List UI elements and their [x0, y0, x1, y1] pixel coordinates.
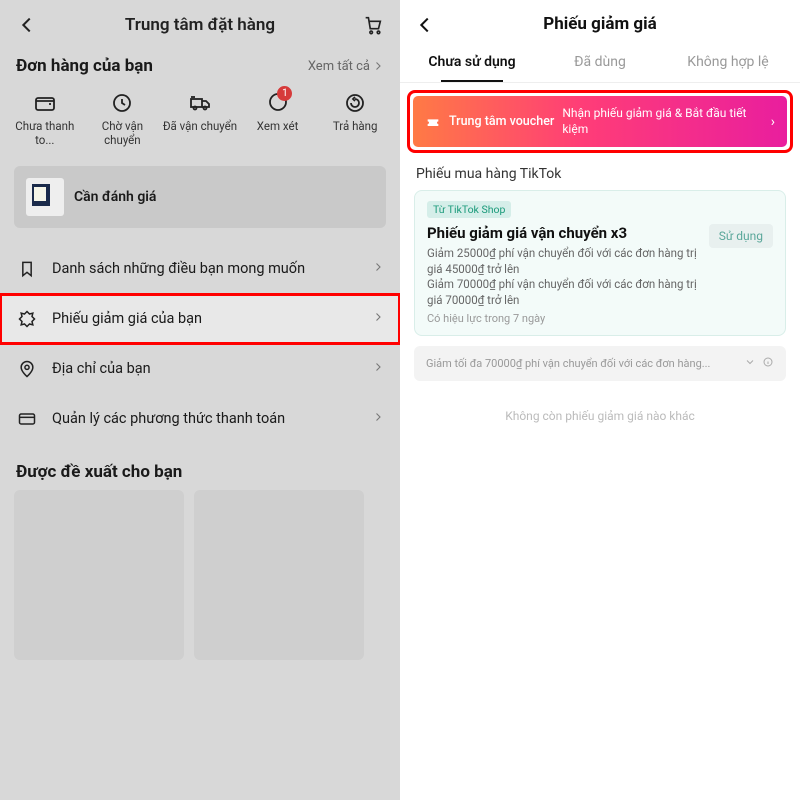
see-all-link[interactable]: Xem tất cả	[308, 59, 384, 74]
chevron-right-icon	[372, 410, 384, 427]
tab-unused[interactable]: Chưa sử dụng	[408, 44, 536, 82]
tab-label: Chưa sử dụng	[428, 54, 515, 70]
voucher-center-banner[interactable]: Trung tâm voucher Nhận phiếu giảm giá & …	[413, 96, 787, 147]
left-header: Trung tâm đặt hàng	[0, 0, 400, 48]
recommend-grid	[0, 490, 400, 660]
coupon-tabs: Chưa sử dụng Đã dùng Không hợp lệ	[400, 44, 800, 83]
tab-used[interactable]: Đã dùng	[536, 44, 664, 82]
card-icon	[16, 408, 38, 430]
chevron-right-icon	[372, 310, 384, 327]
chevron-down-icon	[744, 356, 756, 371]
return-icon	[316, 90, 394, 116]
use-coupon-button[interactable]: Sử dụng	[709, 224, 773, 248]
page-title: Phiếu giảm giá	[543, 14, 656, 34]
coupon-condition: Giảm 70000₫ phí vận chuyển đối với các đ…	[427, 277, 701, 308]
status-return[interactable]: Trả hàng	[316, 90, 394, 148]
no-more-coupons-label: Không còn phiếu giảm giá nào khác	[400, 397, 800, 435]
menu-label: Quản lý các phương thức thanh toán	[52, 410, 358, 427]
wallet-icon	[6, 90, 84, 116]
orders-section-head: Đơn hàng của bạn Xem tất cả	[0, 48, 400, 86]
ticket-icon	[425, 114, 441, 130]
section-label: Phiếu mua hàng TikTok	[400, 164, 800, 190]
recommend-heading: Được đề xuất cho bạn	[0, 444, 400, 490]
menu-address[interactable]: Địa chỉ của bạn	[0, 344, 400, 394]
see-all-label: Xem tất cả	[308, 59, 370, 74]
coupon-validity: Có hiệu lực trong 7 ngày	[427, 312, 701, 325]
status-label: Chưa thanh to...	[6, 120, 84, 148]
chevron-right-icon: ›	[771, 114, 775, 130]
menu-coupons[interactable]: Phiếu giảm giá của bạn	[0, 294, 400, 344]
chevron-right-icon	[372, 260, 384, 277]
menu-label: Phiếu giảm giá của bạn	[52, 310, 358, 327]
coupon-icon	[16, 308, 38, 330]
order-status-row: Chưa thanh to... Chờ vận chuyển Đã vận c…	[0, 86, 400, 162]
status-label: Xem xét	[239, 120, 317, 134]
voucher-center-highlight: Trung tâm voucher Nhận phiếu giảm giá & …	[410, 93, 790, 150]
status-review[interactable]: 1 Xem xét	[239, 90, 317, 148]
back-icon[interactable]	[414, 14, 436, 36]
status-unpaid[interactable]: Chưa thanh to...	[6, 90, 84, 148]
banner-right-label: Nhận phiếu giảm giá & Bắt đầu tiết kiệm	[562, 106, 762, 137]
orders-heading: Đơn hàng của bạn	[16, 56, 153, 76]
location-icon	[16, 358, 38, 380]
coupon-screen: Phiếu giảm giá Chưa sử dụng Đã dùng Khôn…	[400, 0, 800, 800]
coupon-title: Phiếu giảm giá vận chuyển x3	[427, 224, 701, 242]
coupon-condition: Giảm 25000₫ phí vận chuyển đối với các đ…	[427, 246, 701, 277]
status-label: Trả hàng	[316, 120, 394, 134]
coupon-source-tag: Từ TikTok Shop	[427, 201, 511, 218]
coupon-card[interactable]: Từ TikTok Shop Phiếu giảm giá vận chuyển…	[414, 190, 786, 336]
bookmark-icon	[16, 258, 38, 280]
coupon-footer-row[interactable]: Giảm tối đa 70000₫ phí vận chuyển đối vớ…	[414, 346, 786, 381]
review-needed-card[interactable]: Cần đánh giá	[14, 166, 386, 228]
right-header: Phiếu giảm giá	[400, 0, 800, 44]
order-center-screen: Trung tâm đặt hàng Đơn hàng của bạn Xem …	[0, 0, 400, 800]
clock-icon	[84, 90, 162, 116]
menu-label: Danh sách những điều bạn mong muốn	[52, 260, 358, 277]
recommend-card[interactable]	[194, 490, 364, 660]
tab-label: Không hợp lệ	[687, 54, 768, 70]
review-prompt-label: Cần đánh giá	[74, 189, 156, 205]
status-label: Đã vận chuyển	[161, 120, 239, 134]
info-icon	[762, 356, 774, 371]
status-awaiting-ship[interactable]: Chờ vận chuyển	[84, 90, 162, 148]
status-label: Chờ vận chuyển	[84, 120, 162, 148]
back-icon[interactable]	[16, 14, 38, 36]
recommend-card[interactable]	[14, 490, 184, 660]
menu-payment[interactable]: Quản lý các phương thức thanh toán	[0, 394, 400, 444]
product-thumbnail	[26, 178, 64, 216]
banner-left-label: Trung tâm voucher	[449, 114, 554, 129]
page-title: Trung tâm đặt hàng	[38, 15, 362, 35]
chevron-right-icon	[372, 360, 384, 377]
status-shipped[interactable]: Đã vận chuyển	[161, 90, 239, 148]
tab-invalid[interactable]: Không hợp lệ	[664, 44, 792, 82]
cart-icon[interactable]	[362, 14, 384, 36]
truck-icon	[161, 90, 239, 116]
account-menu: Danh sách những điều bạn mong muốn Phiếu…	[0, 244, 400, 444]
coupon-footer-text: Giảm tối đa 70000₫ phí vận chuyển đối vớ…	[426, 357, 738, 370]
tab-label: Đã dùng	[574, 54, 626, 70]
menu-label: Địa chỉ của bạn	[52, 360, 358, 377]
menu-wishlist[interactable]: Danh sách những điều bạn mong muốn	[0, 244, 400, 294]
